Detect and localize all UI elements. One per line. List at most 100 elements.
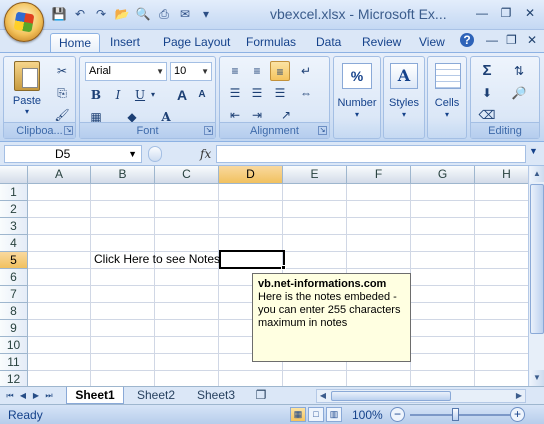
horizontal-scrollbar[interactable]: ◀ ▶ bbox=[316, 389, 526, 403]
name-box[interactable]: D5 ▼ bbox=[4, 145, 142, 163]
italic-button[interactable]: I bbox=[108, 85, 128, 105]
vertical-scroll-thumb[interactable] bbox=[530, 184, 544, 334]
select-all-corner[interactable] bbox=[0, 166, 28, 184]
underline-button[interactable]: U bbox=[130, 85, 150, 105]
active-cell-d5[interactable] bbox=[219, 250, 285, 269]
fill-handle[interactable] bbox=[281, 265, 286, 270]
align-left-icon[interactable]: ☰ bbox=[225, 83, 245, 103]
sheet-tab-3[interactable]: Sheet3 bbox=[188, 387, 244, 404]
column-header-b[interactable]: B bbox=[91, 166, 155, 184]
quick-print-icon[interactable]: ⎙ bbox=[155, 5, 173, 23]
page-layout-view-icon[interactable]: □ bbox=[308, 407, 324, 422]
bold-button[interactable]: B bbox=[86, 85, 106, 105]
sort-filter-icon[interactable]: ⇅ bbox=[509, 61, 529, 81]
font-name-select[interactable]: Arial ▼ bbox=[85, 62, 167, 81]
column-header-d[interactable]: D bbox=[219, 166, 283, 184]
clipboard-launcher-icon[interactable]: ↘ bbox=[64, 126, 73, 135]
scroll-right-icon[interactable]: ▶ bbox=[513, 390, 525, 402]
find-select-icon[interactable]: 🔎 bbox=[509, 83, 529, 103]
cells-group[interactable]: Cells ▾ bbox=[427, 56, 467, 139]
last-sheet-icon[interactable]: ⏭ bbox=[43, 389, 55, 402]
tab-review[interactable]: Review bbox=[362, 33, 401, 52]
mail-icon[interactable]: ✉ bbox=[176, 5, 194, 23]
paste-button[interactable]: Paste ▾ bbox=[8, 61, 46, 121]
row-header-1[interactable]: 1 bbox=[0, 184, 28, 201]
sheet-tab-1[interactable]: Sheet1 bbox=[66, 387, 124, 404]
tab-data[interactable]: Data bbox=[316, 33, 341, 52]
row-header-3[interactable]: 3 bbox=[0, 218, 28, 235]
number-group[interactable]: % Number ▾ bbox=[333, 56, 381, 139]
vertical-scrollbar[interactable]: ▲ ▼ bbox=[528, 166, 544, 386]
tab-insert[interactable]: Insert bbox=[110, 33, 140, 52]
scroll-left-icon[interactable]: ◀ bbox=[317, 390, 329, 402]
row-header-2[interactable]: 2 bbox=[0, 201, 28, 218]
font-launcher-icon[interactable]: ↘ bbox=[204, 126, 213, 135]
tab-formulas[interactable]: Formulas bbox=[246, 33, 296, 52]
formula-input[interactable] bbox=[216, 145, 526, 163]
page-break-view-icon[interactable]: ▥ bbox=[326, 407, 342, 422]
redo-icon[interactable]: ↷ bbox=[92, 5, 110, 23]
row-header-12[interactable]: 12 bbox=[0, 371, 28, 386]
scroll-down-icon[interactable]: ▼ bbox=[530, 370, 544, 386]
zoom-out-button[interactable]: − bbox=[390, 407, 405, 422]
row-header-4[interactable]: 4 bbox=[0, 235, 28, 252]
styles-group[interactable]: A Styles ▾ bbox=[383, 56, 425, 139]
align-middle-icon[interactable]: ≡ bbox=[247, 61, 267, 81]
splitter-handle[interactable] bbox=[148, 146, 162, 162]
autosum-button[interactable]: Σ bbox=[477, 61, 497, 81]
ribbon-minimize-icon[interactable]: — bbox=[486, 33, 498, 47]
row-header-8[interactable]: 8 bbox=[0, 303, 28, 320]
row-header-6[interactable]: 6 bbox=[0, 269, 28, 286]
scroll-up-icon[interactable]: ▲ bbox=[530, 166, 544, 182]
qat-customize-icon[interactable]: ▾ bbox=[197, 5, 215, 23]
minimize-icon[interactable]: — bbox=[472, 4, 492, 22]
shrink-font-button[interactable]: A bbox=[192, 85, 212, 105]
help-icon[interactable]: ? bbox=[460, 33, 474, 47]
column-header-g[interactable]: G bbox=[411, 166, 475, 184]
ribbon-close-icon[interactable]: ✕ bbox=[527, 33, 537, 47]
fill-icon[interactable]: ⬇ bbox=[477, 83, 497, 103]
wrap-text-icon[interactable]: ↵ bbox=[296, 61, 316, 81]
tab-home[interactable]: Home bbox=[50, 33, 101, 52]
cut-icon[interactable]: ✂ bbox=[52, 61, 72, 81]
column-header-f[interactable]: F bbox=[347, 166, 411, 184]
row-header-10[interactable]: 10 bbox=[0, 337, 28, 354]
copy-icon[interactable]: ⎘ bbox=[52, 83, 72, 103]
merge-center-icon[interactable]: ⇔ bbox=[296, 83, 316, 103]
row-header-9[interactable]: 9 bbox=[0, 320, 28, 337]
close-icon[interactable]: ✕ bbox=[520, 4, 540, 22]
alignment-launcher-icon[interactable]: ↘ bbox=[318, 126, 327, 135]
column-header-h[interactable]: H bbox=[475, 166, 528, 184]
chevron-down-icon[interactable]: ▼ bbox=[128, 146, 137, 162]
grow-font-button[interactable]: A bbox=[172, 85, 192, 105]
undo-icon[interactable]: ↶ bbox=[71, 5, 89, 23]
prev-sheet-icon[interactable]: ◀ bbox=[17, 389, 29, 402]
normal-view-icon[interactable]: ▦ bbox=[290, 407, 306, 422]
align-right-icon[interactable]: ☰ bbox=[270, 83, 290, 103]
print-preview-icon[interactable]: 🔍 bbox=[134, 5, 152, 23]
ribbon-restore-icon[interactable]: ❐ bbox=[506, 33, 517, 47]
zoom-in-button[interactable]: + bbox=[510, 407, 525, 422]
sheet-tab-2[interactable]: Sheet2 bbox=[128, 387, 184, 404]
row-header-7[interactable]: 7 bbox=[0, 286, 28, 303]
next-sheet-icon[interactable]: ▶ bbox=[30, 389, 42, 402]
insert-sheet-icon[interactable]: ❐ bbox=[250, 387, 272, 404]
zoom-slider-track[interactable] bbox=[410, 414, 510, 416]
worksheet-grid[interactable]: A B C D E F G H 1 2 3 4 5 6 7 8 9 10 11 12 Click Here to see… bbox=[0, 166, 528, 386]
zoom-level[interactable]: 100% bbox=[352, 408, 383, 422]
column-header-a[interactable]: A bbox=[28, 166, 91, 184]
align-center-icon[interactable]: ☰ bbox=[247, 83, 267, 103]
office-button[interactable] bbox=[4, 2, 44, 42]
expand-formula-bar-icon[interactable]: ▼ bbox=[527, 146, 540, 162]
font-size-select[interactable]: 10 ▼ bbox=[170, 62, 212, 81]
save-icon[interactable]: 💾 bbox=[50, 5, 68, 23]
insert-function-button[interactable]: fx bbox=[200, 145, 211, 163]
row-header-5[interactable]: 5 bbox=[0, 252, 28, 269]
align-bottom-icon[interactable]: ≡ bbox=[270, 61, 290, 81]
tab-page-layout[interactable]: Page Layout bbox=[163, 33, 230, 52]
column-header-e[interactable]: E bbox=[283, 166, 347, 184]
first-sheet-icon[interactable]: ⏮ bbox=[4, 389, 16, 402]
zoom-slider-thumb[interactable] bbox=[452, 408, 459, 421]
tab-view[interactable]: View bbox=[419, 33, 445, 52]
horizontal-scroll-thumb[interactable] bbox=[331, 391, 451, 401]
